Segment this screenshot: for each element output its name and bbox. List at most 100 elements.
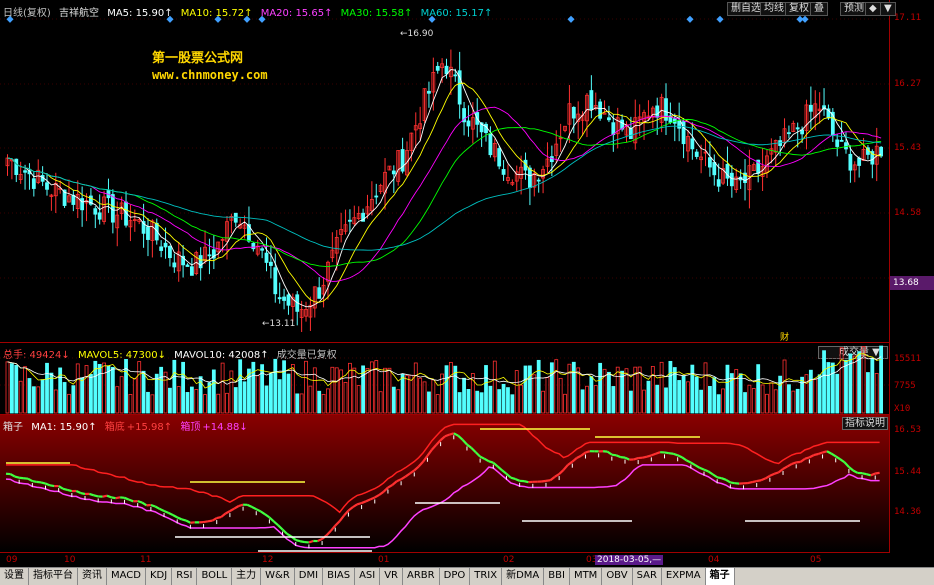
vol-bar-88 xyxy=(391,386,396,414)
candle-body-88 xyxy=(391,170,396,175)
vol-bar-93 xyxy=(413,362,418,414)
box-price-seg-36 xyxy=(159,507,165,513)
candle-body-138 xyxy=(611,122,616,135)
box-price-seg-148 xyxy=(650,452,657,457)
vol-bar-186 xyxy=(822,350,826,414)
box-price-seg-99 xyxy=(435,439,442,446)
vol-bar-159 xyxy=(703,362,708,414)
tab-4[interactable]: KDJ xyxy=(145,568,173,585)
vol-bar-26 xyxy=(119,376,124,414)
box-price-seg-6 xyxy=(27,477,33,483)
box-price-seg-175 xyxy=(769,472,775,477)
tab-12[interactable]: VR xyxy=(380,568,404,585)
tab-16[interactable]: 新DMA xyxy=(502,568,545,585)
vol-bar-55 xyxy=(247,368,251,414)
box-price-seg-64 xyxy=(281,528,288,535)
vol-bar-145 xyxy=(642,389,646,414)
box-price-seg-65 xyxy=(286,532,292,538)
box-price-seg-84 xyxy=(369,496,376,501)
vol-bar-194 xyxy=(857,351,862,414)
vol-bar-167 xyxy=(738,373,743,414)
tab-2[interactable]: 资讯 xyxy=(78,568,107,585)
tab-9[interactable]: DMI xyxy=(294,568,324,585)
box-price-seg-91 xyxy=(400,475,407,481)
box-price-seg-107 xyxy=(470,447,477,454)
box-price-seg-101 xyxy=(444,433,450,438)
tab-0[interactable]: 设置 xyxy=(0,568,29,585)
tab-18[interactable]: MTM xyxy=(569,568,603,585)
box-price-seg-17 xyxy=(75,490,82,495)
vol-bar-59 xyxy=(264,385,269,414)
box-price-seg-53 xyxy=(233,505,240,510)
vol-bar-45 xyxy=(203,394,207,414)
vol-bar-131 xyxy=(580,389,585,414)
vol-bar-107 xyxy=(475,390,480,414)
vol-bar-110 xyxy=(488,385,493,414)
box-price-seg-124 xyxy=(545,479,551,482)
tab-3[interactable]: MACD xyxy=(107,568,146,585)
box-price-seg-93 xyxy=(409,469,415,475)
x-tick-02: 02 xyxy=(503,555,515,565)
tab-19[interactable]: OBV xyxy=(602,568,633,585)
box-price-seg-130 xyxy=(571,457,578,463)
vol-bar-54 xyxy=(242,381,247,414)
box-price-seg-171 xyxy=(752,480,757,484)
tab-21[interactable]: EXPMA xyxy=(661,568,706,585)
tab-1[interactable]: 指标平台 xyxy=(29,568,78,585)
ma30-line xyxy=(7,118,882,268)
tab-10[interactable]: BIAS xyxy=(323,568,356,585)
candle-body-59 xyxy=(264,252,269,263)
vol-bar-184 xyxy=(813,378,818,414)
tab-5[interactable]: RSI xyxy=(172,568,198,585)
vol-bar-121 xyxy=(536,359,541,414)
vol-bar-175 xyxy=(773,389,778,414)
tab-11[interactable]: ASI xyxy=(355,568,381,585)
box-price-seg-155 xyxy=(681,456,688,462)
price-chart xyxy=(0,15,890,332)
tab-13[interactable]: ARBR xyxy=(403,568,440,585)
event-marker-10 xyxy=(801,15,809,23)
tab-14[interactable]: DPO xyxy=(439,568,471,585)
vol-bar-23 xyxy=(106,365,111,414)
vol-bar-148 xyxy=(655,384,660,414)
vol-bar-180 xyxy=(795,388,800,414)
box-price-seg-103 xyxy=(453,432,459,437)
vol-bar-164 xyxy=(725,364,730,414)
box-price-seg-40 xyxy=(176,516,183,521)
vol-bar-89 xyxy=(396,389,401,414)
finance-marker: 财 xyxy=(780,333,790,343)
box-price-seg-10 xyxy=(45,482,51,487)
box-price-seg-117 xyxy=(514,477,521,482)
box-price-seg-159 xyxy=(699,466,705,471)
vol-tick-2: 7755 xyxy=(894,381,916,391)
low-annotation: ←13.11 xyxy=(262,319,296,329)
box-price-seg-133 xyxy=(585,450,591,454)
vol-bar-92 xyxy=(409,374,414,414)
candle-body-98 xyxy=(435,65,440,71)
candle-body-121 xyxy=(536,179,541,182)
tab-17[interactable]: BBI xyxy=(544,568,570,585)
tab-15[interactable]: TRIX xyxy=(470,568,503,585)
box-price-seg-189 xyxy=(830,452,837,458)
box-price-seg-81 xyxy=(356,501,362,506)
low-value: 13.11 xyxy=(269,319,296,329)
box-price-seg-2 xyxy=(9,473,16,478)
vol-bar-127 xyxy=(563,393,567,414)
candle-body-162 xyxy=(716,179,721,187)
box-price-seg-174 xyxy=(764,474,771,480)
box-price-seg-21 xyxy=(93,494,99,498)
tab-8[interactable]: W&R xyxy=(261,568,295,585)
event-marker-0 xyxy=(6,15,14,23)
tab-6[interactable]: BOLL xyxy=(197,568,233,585)
vol-bar-191 xyxy=(844,359,848,414)
tab-20[interactable]: SAR xyxy=(632,568,662,585)
vol-bar-47 xyxy=(211,369,216,414)
box-tick-2: 15.44 xyxy=(894,467,922,477)
tab-7[interactable]: 主力 xyxy=(232,568,262,585)
box-price-seg-158 xyxy=(694,464,701,469)
vol-bar-101 xyxy=(448,361,453,414)
vol-bar-40 xyxy=(181,361,186,414)
tab-22[interactable]: 箱子 xyxy=(705,568,735,585)
vol-bar-96 xyxy=(427,391,431,414)
candle-body-161 xyxy=(712,162,717,176)
